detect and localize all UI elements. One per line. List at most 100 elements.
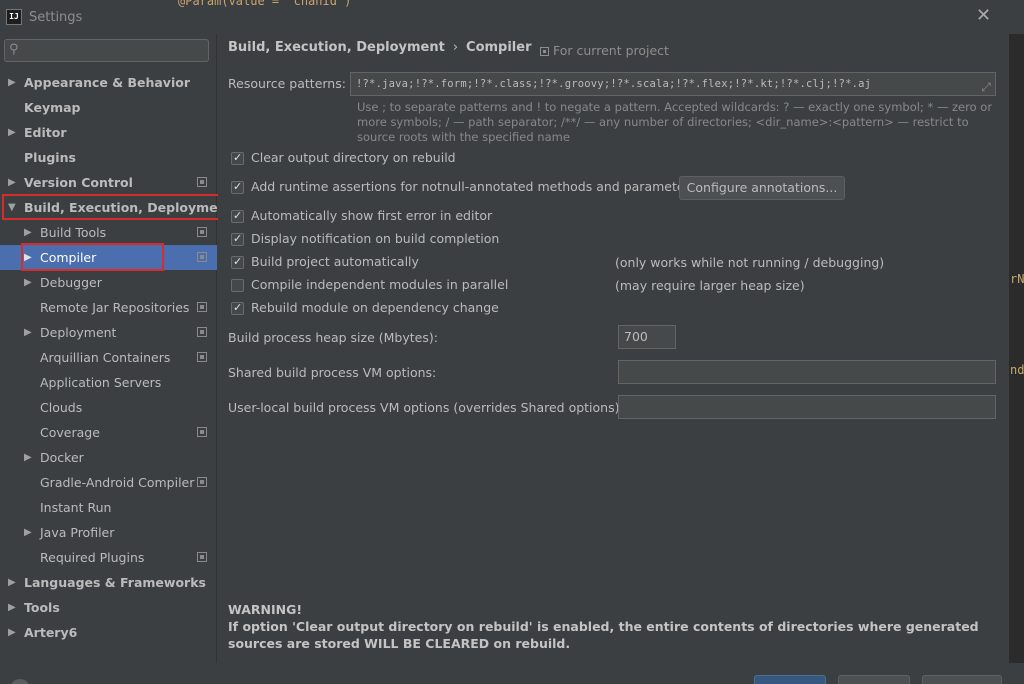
collapsed-arrow-icon[interactable]: ▶ [8, 620, 16, 645]
sidebar-item-coverage[interactable]: Coverage [0, 420, 217, 445]
sidebar-item-label: Arquillian Containers [40, 350, 171, 365]
configure-annotations-button[interactable]: Configure annotations... [679, 176, 845, 200]
warning-text: If option 'Clear output directory on reb… [228, 619, 979, 651]
project-scope-icon [540, 47, 549, 56]
sidebar-item-languages-frameworks[interactable]: ▶ Languages & Frameworks [0, 570, 217, 595]
sidebar-item-tools[interactable]: ▶ Tools [0, 595, 217, 620]
sidebar-item-keymap[interactable]: Keymap [0, 95, 217, 120]
sidebar-item-gradle-android-compiler[interactable]: Gradle-Android Compiler [0, 470, 217, 495]
sidebar-item-instant-run[interactable]: Instant Run [0, 495, 217, 520]
resource-patterns-help: Use ; to separate patterns and ! to nega… [357, 100, 993, 144]
project-scope-icon [197, 477, 207, 487]
sidebar-item-label: Application Servers [40, 375, 162, 390]
sidebar-item-label: Version Control [24, 175, 133, 190]
heap-size-input[interactable]: 700 [618, 325, 676, 349]
sidebar-item-label: Plugins [24, 150, 76, 165]
sidebar-item-label: Tools [24, 600, 60, 615]
checkbox-label: Add runtime assertions for notnull-annot… [251, 179, 697, 194]
sidebar-item-clouds[interactable]: Clouds [0, 395, 217, 420]
breadcrumb-separator: › [452, 40, 459, 55]
sidebar-item-build-tools[interactable]: ▶ Build Tools [0, 220, 217, 245]
sidebar-item-label: Coverage [40, 425, 100, 440]
breadcrumb-parent[interactable]: Build, Execution, Deployment [228, 40, 445, 55]
settings-tree-sidebar: ⚲ ▶ Appearance & Behavior Keymap ▶ Editor Plu… [0, 34, 232, 663]
dialog-button-bar [0, 663, 1024, 684]
checkbox[interactable] [231, 301, 244, 315]
sidebar-item-version-control[interactable]: ▶ Version Control [0, 170, 217, 195]
sidebar-item-deployment[interactable]: ▶ Deployment [0, 320, 217, 345]
breadcrumb: Build, Execution, Deployment › Compiler [228, 40, 532, 55]
ok-button[interactable] [754, 675, 826, 684]
collapsed-arrow-icon[interactable]: ▶ [24, 445, 32, 470]
help-icon[interactable] [10, 679, 30, 684]
sidebar-item-compiler[interactable]: ▶ Compiler [0, 245, 217, 270]
compiler-settings-panel: Build, Execution, Deployment › Compiler Fo… [218, 34, 1024, 663]
checkbox-label: Compile independent modules in parallel [251, 277, 509, 292]
sidebar-item-remote-jar-repositories[interactable]: Remote Jar Repositories [0, 295, 217, 320]
scope-indicator: For current project [540, 43, 669, 58]
checkbox[interactable] [231, 180, 244, 194]
checkbox[interactable] [231, 151, 244, 165]
checkbox-label: Build project automatically [251, 254, 419, 269]
collapsed-arrow-icon[interactable]: ▶ [8, 595, 16, 620]
checkbox[interactable] [231, 279, 244, 292]
parallel-compile-note: (may require larger heap size) [615, 278, 805, 293]
sidebar-item-debugger[interactable]: ▶ Debugger [0, 270, 217, 295]
sidebar-item-label: Compiler [40, 250, 97, 265]
sidebar-item-label: Remote Jar Repositories [40, 300, 190, 315]
settings-search-input[interactable]: ⚲ [4, 39, 209, 62]
sidebar-item-plugins[interactable]: Plugins [0, 145, 217, 170]
project-scope-icon [197, 302, 207, 312]
sidebar-item-application-servers[interactable]: Application Servers [0, 370, 217, 395]
checkbox-label: Automatically show first error in editor [251, 208, 493, 223]
sidebar-item-artery6[interactable]: ▶ Artery6 [0, 620, 217, 645]
sidebar-item-label: Build Tools [40, 225, 107, 240]
collapsed-arrow-icon[interactable]: ▶ [24, 270, 32, 295]
collapsed-arrow-icon[interactable]: ▶ [8, 570, 16, 595]
sidebar-item-java-profiler[interactable]: ▶ Java Profiler [0, 520, 217, 545]
sidebar-item-label: Java Profiler [40, 525, 115, 540]
user-vm-options-label: User-local build process VM options (ove… [228, 400, 624, 415]
breadcrumb-current: Compiler [466, 40, 532, 55]
collapsed-arrow-icon[interactable]: ▶ [24, 520, 32, 545]
warning-title: WARNING! [228, 602, 303, 617]
checkbox[interactable] [231, 255, 244, 269]
expand-icon[interactable]: ⤢ [981, 76, 991, 95]
shared-vm-options-input[interactable] [618, 360, 996, 384]
resource-patterns-input[interactable]: !?*.java;!?*.form;!?*.class;!?*.groovy;!… [350, 72, 996, 96]
sidebar-item-label: Keymap [24, 100, 81, 115]
sidebar-item-build-execution-deployment[interactable]: ▼ Build, Execution, Deployment [0, 195, 232, 220]
sidebar-item-label: Instant Run [40, 500, 112, 515]
collapsed-arrow-icon[interactable]: ▶ [24, 220, 32, 245]
sidebar-item-required-plugins[interactable]: Required Plugins [0, 545, 217, 570]
background-code-fragment-right: nd [1010, 363, 1024, 377]
collapsed-arrow-icon[interactable]: ▶ [8, 170, 16, 195]
checkbox-label: Rebuild module on dependency change [251, 300, 499, 315]
sidebar-item-appearance-behavior[interactable]: ▶ Appearance & Behavior [0, 70, 217, 95]
sidebar-item-docker[interactable]: ▶ Docker [0, 445, 217, 470]
project-scope-icon [197, 552, 207, 562]
background-editor-strip [1009, 34, 1024, 663]
collapsed-arrow-icon[interactable]: ▶ [24, 245, 32, 270]
project-scope-icon [197, 327, 207, 337]
checkbox[interactable] [231, 209, 244, 223]
apply-button[interactable] [922, 675, 1002, 684]
sidebar-item-arquillian-containers[interactable]: Arquillian Containers [0, 345, 217, 370]
project-scope-icon [197, 227, 207, 237]
collapsed-arrow-icon[interactable]: ▶ [8, 120, 16, 145]
sidebar-item-editor[interactable]: ▶ Editor [0, 120, 217, 145]
sidebar-item-label: Gradle-Android Compiler [40, 475, 195, 490]
sidebar-item-label: Build, Execution, Deployment [24, 200, 233, 215]
sidebar-item-label: Required Plugins [40, 550, 145, 565]
user-vm-options-input[interactable] [618, 395, 996, 419]
cancel-button[interactable] [838, 675, 910, 684]
sidebar-item-label: Docker [40, 450, 84, 465]
collapsed-arrow-icon[interactable]: ▶ [8, 70, 16, 95]
close-icon[interactable]: ✕ [976, 7, 991, 25]
sidebar-item-label: Languages & Frameworks [24, 575, 206, 590]
collapsed-arrow-icon[interactable]: ▶ [24, 320, 32, 345]
heap-size-label: Build process heap size (Mbytes): [228, 330, 438, 345]
checkbox[interactable] [231, 232, 244, 246]
expanded-arrow-icon[interactable]: ▼ [8, 195, 16, 220]
sidebar-item-label: Clouds [40, 400, 83, 415]
